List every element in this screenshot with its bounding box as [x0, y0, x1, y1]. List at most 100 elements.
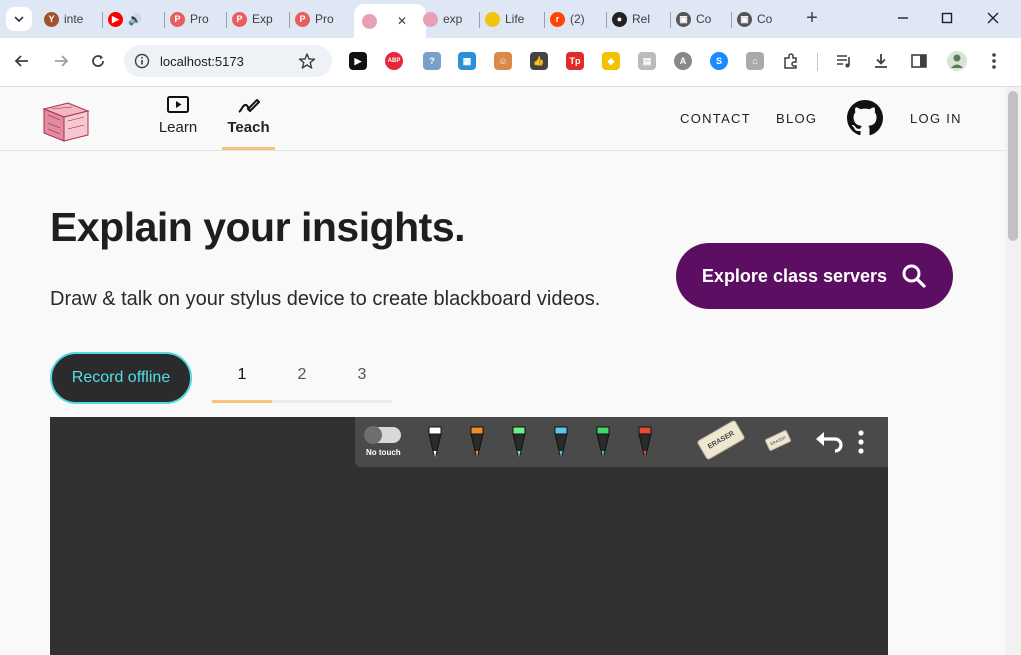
arc-extension-icon[interactable]: A	[674, 52, 692, 70]
web-page: Learn Teach CONTACT BLOG LOG IN Explain …	[0, 87, 1005, 655]
tab-favicon-icon	[362, 13, 377, 29]
toggle-knob	[364, 426, 382, 444]
tab-title: Rel	[632, 12, 651, 26]
reload-icon	[92, 55, 104, 67]
pen-color-5-icon[interactable]	[593, 425, 613, 459]
tab-separator	[226, 12, 227, 28]
tp-extension-icon[interactable]: Tp	[566, 52, 584, 70]
no-touch-toggle[interactable]	[364, 426, 401, 444]
board-toolbar: No touch ERASER ERASER	[355, 417, 888, 467]
pen-color-3-icon[interactable]	[509, 425, 529, 459]
undo-icon[interactable]	[815, 429, 845, 453]
thumbs-up-extension-icon[interactable]: 👍	[530, 52, 548, 70]
tab-title: Pro	[190, 12, 209, 26]
minimize-icon	[898, 17, 908, 19]
blog-link[interactable]: BLOG	[776, 111, 817, 126]
maximize-button[interactable]	[937, 8, 957, 28]
profile-avatar[interactable]	[946, 50, 968, 72]
login-link[interactable]: LOG IN	[910, 111, 962, 126]
pen-color-4-icon[interactable]	[551, 425, 571, 459]
browser-tab[interactable]: ▣ Co	[676, 6, 726, 32]
close-window-button[interactable]	[983, 8, 1003, 28]
tab-separator	[606, 12, 607, 28]
browser-toolbar: localhost:5173 ▶ ABP? ▦ ☺ 👍 Tp ◆ ▤ A S ⌂	[0, 38, 1021, 87]
shazam-extension-icon[interactable]: S	[710, 52, 728, 70]
step-tabs: 1 2 3	[212, 353, 392, 403]
nav-tab-learn[interactable]: Learn	[159, 95, 197, 150]
step-tab-2[interactable]: 2	[272, 366, 332, 384]
diamond-extension-icon[interactable]: ◆	[602, 52, 620, 70]
tab-favicon-icon: ●	[612, 11, 627, 27]
contact-link[interactable]: CONTACT	[680, 111, 751, 126]
new-tab-button[interactable]: +	[802, 7, 822, 29]
tab-title: inte	[64, 12, 84, 26]
pen-color-6-icon[interactable]	[635, 425, 655, 459]
cube-logo-icon[interactable]	[38, 95, 92, 145]
side-panel-button[interactable]	[908, 50, 930, 72]
browser-tab[interactable]: ✕	[354, 4, 426, 38]
face-extension-icon[interactable]: ☺	[494, 52, 512, 70]
tab-favicon-icon: ▶	[108, 11, 123, 27]
active-step-indicator	[212, 400, 272, 403]
tab-search-button[interactable]	[6, 7, 32, 31]
active-tab-indicator	[222, 147, 275, 150]
address-bar[interactable]: localhost:5173	[124, 45, 332, 77]
forward-button[interactable]	[50, 50, 72, 72]
window-extension-icon[interactable]: ▦	[458, 52, 476, 70]
browser-tab[interactable]: P Pro	[170, 6, 220, 32]
print-extension-icon[interactable]: ▤	[638, 52, 656, 70]
scroll-thumb[interactable]	[1008, 91, 1018, 241]
browser-tab[interactable]: ▣ Co	[737, 6, 787, 32]
close-icon	[987, 12, 999, 24]
play-extension-icon[interactable]: ▶	[349, 52, 367, 70]
url-text[interactable]: localhost:5173	[160, 54, 244, 69]
bookmark-star-icon[interactable]	[298, 52, 316, 70]
explore-class-servers-button[interactable]: Explore class servers	[676, 243, 953, 309]
step-tab-3[interactable]: 3	[332, 366, 392, 384]
tab-favicon-icon: ▣	[676, 11, 691, 27]
blackboard-canvas[interactable]: No touch ERASER ERASER	[50, 417, 888, 655]
browser-tab[interactable]: P Pro	[295, 6, 345, 32]
pen-color-1-icon[interactable]	[425, 425, 445, 459]
tab-title: (2)	[570, 12, 585, 26]
browser-tab[interactable]: ● Rel	[612, 6, 662, 32]
browser-tab[interactable]: Life	[485, 6, 535, 32]
more-options-icon[interactable]	[857, 429, 865, 455]
step-tab-1[interactable]: 1	[212, 366, 272, 384]
media-control-button[interactable]	[833, 50, 855, 72]
nav-tab-label: Teach	[227, 119, 270, 136]
browser-tab[interactable]: ▶ 🔊	[108, 6, 158, 32]
back-button[interactable]	[11, 50, 33, 72]
small-eraser-button[interactable]: ERASER	[764, 429, 792, 452]
browser-tab[interactable]: Yinte	[44, 6, 94, 32]
minimize-button[interactable]	[893, 8, 913, 28]
no-touch-label: No touch	[366, 448, 401, 457]
browser-tab[interactable]: P Exp	[232, 6, 282, 32]
reload-button[interactable]	[87, 50, 109, 72]
nav-tab-teach[interactable]: Teach	[222, 95, 275, 150]
tab-favicon-icon: P	[170, 11, 185, 27]
record-offline-button[interactable]: Record offline	[50, 352, 192, 404]
tab-title: Co	[696, 12, 712, 26]
audio-playing-icon[interactable]: 🔊	[128, 13, 142, 26]
browser-tab[interactable]: r (2)	[550, 6, 600, 32]
gray-extension-icon[interactable]: ⌂	[746, 52, 764, 70]
pen-color-2-icon[interactable]	[467, 425, 487, 459]
tab-separator	[670, 12, 671, 28]
abp-extension-icon[interactable]: ABP	[385, 52, 403, 70]
browser-menu-button[interactable]	[983, 50, 1005, 72]
record-offline-label: Record offline	[71, 369, 171, 386]
tab-title: Pro	[315, 12, 334, 26]
tab-favicon-icon: r	[550, 11, 565, 27]
github-icon[interactable]	[847, 100, 883, 136]
extensions-button[interactable]	[780, 50, 802, 72]
browser-tab[interactable]: exp	[423, 6, 473, 32]
side-panel-icon	[911, 54, 927, 68]
eraser-button[interactable]: ERASER	[696, 419, 746, 461]
chat-extension-icon[interactable]: ?	[423, 52, 441, 70]
downloads-button[interactable]	[870, 50, 892, 72]
close-tab-icon[interactable]: ✕	[397, 14, 407, 28]
page-scrollbar[interactable]	[1005, 87, 1021, 655]
info-icon[interactable]	[134, 53, 150, 69]
tab-title: Exp	[252, 12, 273, 26]
